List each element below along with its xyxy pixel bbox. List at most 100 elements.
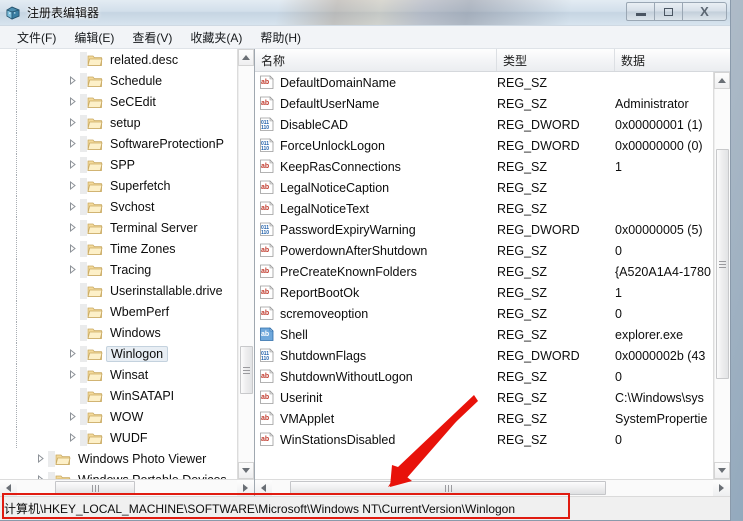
expand-arrow-icon[interactable] (64, 94, 80, 110)
list-hscroll-track[interactable] (272, 480, 713, 496)
tree-node-setup[interactable]: setup (0, 112, 254, 133)
expand-arrow-icon[interactable] (64, 409, 80, 425)
svg-text:110: 110 (261, 146, 269, 152)
value-row[interactable]: ab PreCreateKnownFolders REG_SZ {A520A1A4-1… (255, 261, 730, 282)
value-list-scroll-area[interactable]: ab DefaultDomainName REG_SZ ab DefaultUserNa… (255, 72, 730, 479)
tree-node-superfetch[interactable]: Superfetch (0, 175, 254, 196)
tree-node-wbemperf[interactable]: WbemPerf (0, 301, 254, 322)
tree-node-tracing[interactable]: Tracing (0, 259, 254, 280)
value-row[interactable]: ab DefaultDomainName REG_SZ (255, 72, 730, 93)
column-header-data[interactable]: 数据 (615, 49, 730, 71)
expand-arrow-icon[interactable] (32, 472, 48, 479)
expand-arrow-icon[interactable] (64, 199, 80, 215)
tree-node-terminal-server[interactable]: Terminal Server (0, 217, 254, 238)
list-hscroll-thumb[interactable] (290, 481, 606, 495)
list-horizontal-scrollbar[interactable] (255, 479, 730, 496)
expand-arrow-icon[interactable] (64, 157, 80, 173)
tree-node-userinstallable-drive[interactable]: Userinstallable.drive (0, 280, 254, 301)
tree-node-time-zones[interactable]: Time Zones (0, 238, 254, 259)
expand-arrow-icon[interactable] (64, 262, 80, 278)
menu-favorites[interactable]: 收藏夹(A) (181, 27, 251, 48)
tree-indent-guide (0, 112, 64, 133)
folder-icon (87, 74, 103, 88)
tree-node-wow[interactable]: WOW (0, 406, 254, 427)
tree-node-winsatapi[interactable]: WinSATAPI (0, 385, 254, 406)
tree-connector-line (48, 450, 55, 467)
value-row[interactable]: ab scremoveoption REG_SZ 0 (255, 303, 730, 324)
value-row[interactable]: ab VMApplet REG_SZ SystemPropertie (255, 408, 730, 429)
tree-node-related-desc[interactable]: related.desc (0, 49, 254, 70)
list-scroll-thumb[interactable] (716, 149, 729, 379)
value-row[interactable]: 011 110 PasswordExpiryWarning REG_DWORD 0x00… (255, 219, 730, 240)
column-header-name[interactable]: 名称 (255, 49, 497, 71)
value-row[interactable]: ab KeepRasConnections REG_SZ 1 (255, 156, 730, 177)
tree-node-winlogon[interactable]: Winlogon (0, 343, 254, 364)
tree-node-wudf[interactable]: WUDF (0, 427, 254, 448)
folder-icon (87, 116, 103, 130)
tree-scroll-thumb[interactable] (240, 346, 253, 394)
value-row[interactable]: ab ShutdownWithoutLogon REG_SZ 0 (255, 366, 730, 387)
menu-help[interactable]: 帮助(H) (251, 27, 310, 48)
tree-node-softwareprotectionp[interactable]: SoftwareProtectionP (0, 133, 254, 154)
tree-scroll-track[interactable] (238, 66, 254, 462)
tree-node-windows-photo-viewer[interactable]: Windows Photo Viewer (0, 448, 254, 469)
maximize-button[interactable] (654, 2, 683, 21)
column-header-type[interactable]: 类型 (497, 49, 615, 71)
tree-scroll-area[interactable]: related.desc Schedule SeCEdit setup Software… (0, 49, 254, 479)
list-hscroll-left-button[interactable] (255, 480, 272, 496)
menu-view[interactable]: 查看(V) (123, 27, 181, 48)
tree-node-secedit[interactable]: SeCEdit (0, 91, 254, 112)
value-row[interactable]: ab LegalNoticeCaption REG_SZ (255, 177, 730, 198)
value-row[interactable]: ab Userinit REG_SZ C:\Windows\sys (255, 387, 730, 408)
tree-vertical-scrollbar[interactable] (237, 49, 254, 479)
expand-arrow-icon[interactable] (64, 178, 80, 194)
tree-connector-line (80, 219, 87, 236)
menu-file[interactable]: 文件(F) (8, 27, 65, 48)
tree-hscroll-track[interactable] (17, 480, 237, 496)
value-row[interactable]: ab Shell REG_SZ explorer.exe (255, 324, 730, 345)
tree-node-spp[interactable]: SPP (0, 154, 254, 175)
expand-arrow-icon[interactable] (64, 220, 80, 236)
folder-icon (87, 347, 103, 361)
value-row[interactable]: 011 110 DisableCAD REG_DWORD 0x00000001 (1) (255, 114, 730, 135)
list-scroll-down-button[interactable] (714, 462, 730, 479)
value-row[interactable]: ab DefaultUserName REG_SZ Administrator (255, 93, 730, 114)
value-name: ShutdownFlags (280, 348, 367, 363)
minimize-button[interactable] (626, 2, 655, 21)
tree-node-windows-portable-devices[interactable]: Windows Portable Devices (0, 469, 254, 479)
tree-node-windows[interactable]: Windows (0, 322, 254, 343)
expand-arrow-icon[interactable] (64, 430, 80, 446)
tree-node-label: Winsat (110, 367, 149, 382)
expand-arrow-icon[interactable] (64, 136, 80, 152)
tree-hscroll-left-button[interactable] (0, 480, 17, 496)
value-type: REG_SZ (497, 432, 548, 447)
close-button[interactable]: X (682, 2, 727, 21)
tree-node-winsat[interactable]: Winsat (0, 364, 254, 385)
tree-scroll-down-button[interactable] (238, 462, 254, 479)
list-scroll-up-button[interactable] (714, 72, 730, 89)
expand-arrow-icon[interactable] (64, 241, 80, 257)
title-bar[interactable]: 注册表编辑器 X (0, 0, 730, 26)
tree-node-svchost[interactable]: Svchost (0, 196, 254, 217)
expand-arrow-icon[interactable] (64, 367, 80, 383)
value-row[interactable]: 011 110 ForceUnlockLogon REG_DWORD 0x0000000… (255, 135, 730, 156)
expand-arrow-icon[interactable] (64, 73, 80, 89)
expand-arrow-icon[interactable] (32, 451, 48, 467)
value-row[interactable]: 011 110 ShutdownFlags REG_DWORD 0x0000002b (… (255, 345, 730, 366)
tree-node-schedule[interactable]: Schedule (0, 70, 254, 91)
tree-horizontal-scrollbar[interactable] (0, 479, 254, 496)
menu-edit[interactable]: 编辑(E) (65, 27, 123, 48)
list-vertical-scrollbar[interactable] (713, 72, 730, 479)
value-row[interactable]: ab ReportBootOk REG_SZ 1 (255, 282, 730, 303)
expand-arrow-icon[interactable] (64, 115, 80, 131)
tree-connector-line (48, 471, 55, 479)
tree-scroll-up-button[interactable] (238, 49, 254, 66)
value-row[interactable]: ab WinStationsDisabled REG_SZ 0 (255, 429, 730, 450)
list-hscroll-right-button[interactable] (713, 480, 730, 496)
list-scroll-track[interactable] (714, 89, 730, 462)
tree-hscroll-right-button[interactable] (237, 480, 254, 496)
expand-arrow-icon[interactable] (64, 346, 80, 362)
tree-hscroll-thumb[interactable] (55, 481, 135, 495)
value-row[interactable]: ab LegalNoticeText REG_SZ (255, 198, 730, 219)
value-row[interactable]: ab PowerdownAfterShutdown REG_SZ 0 (255, 240, 730, 261)
